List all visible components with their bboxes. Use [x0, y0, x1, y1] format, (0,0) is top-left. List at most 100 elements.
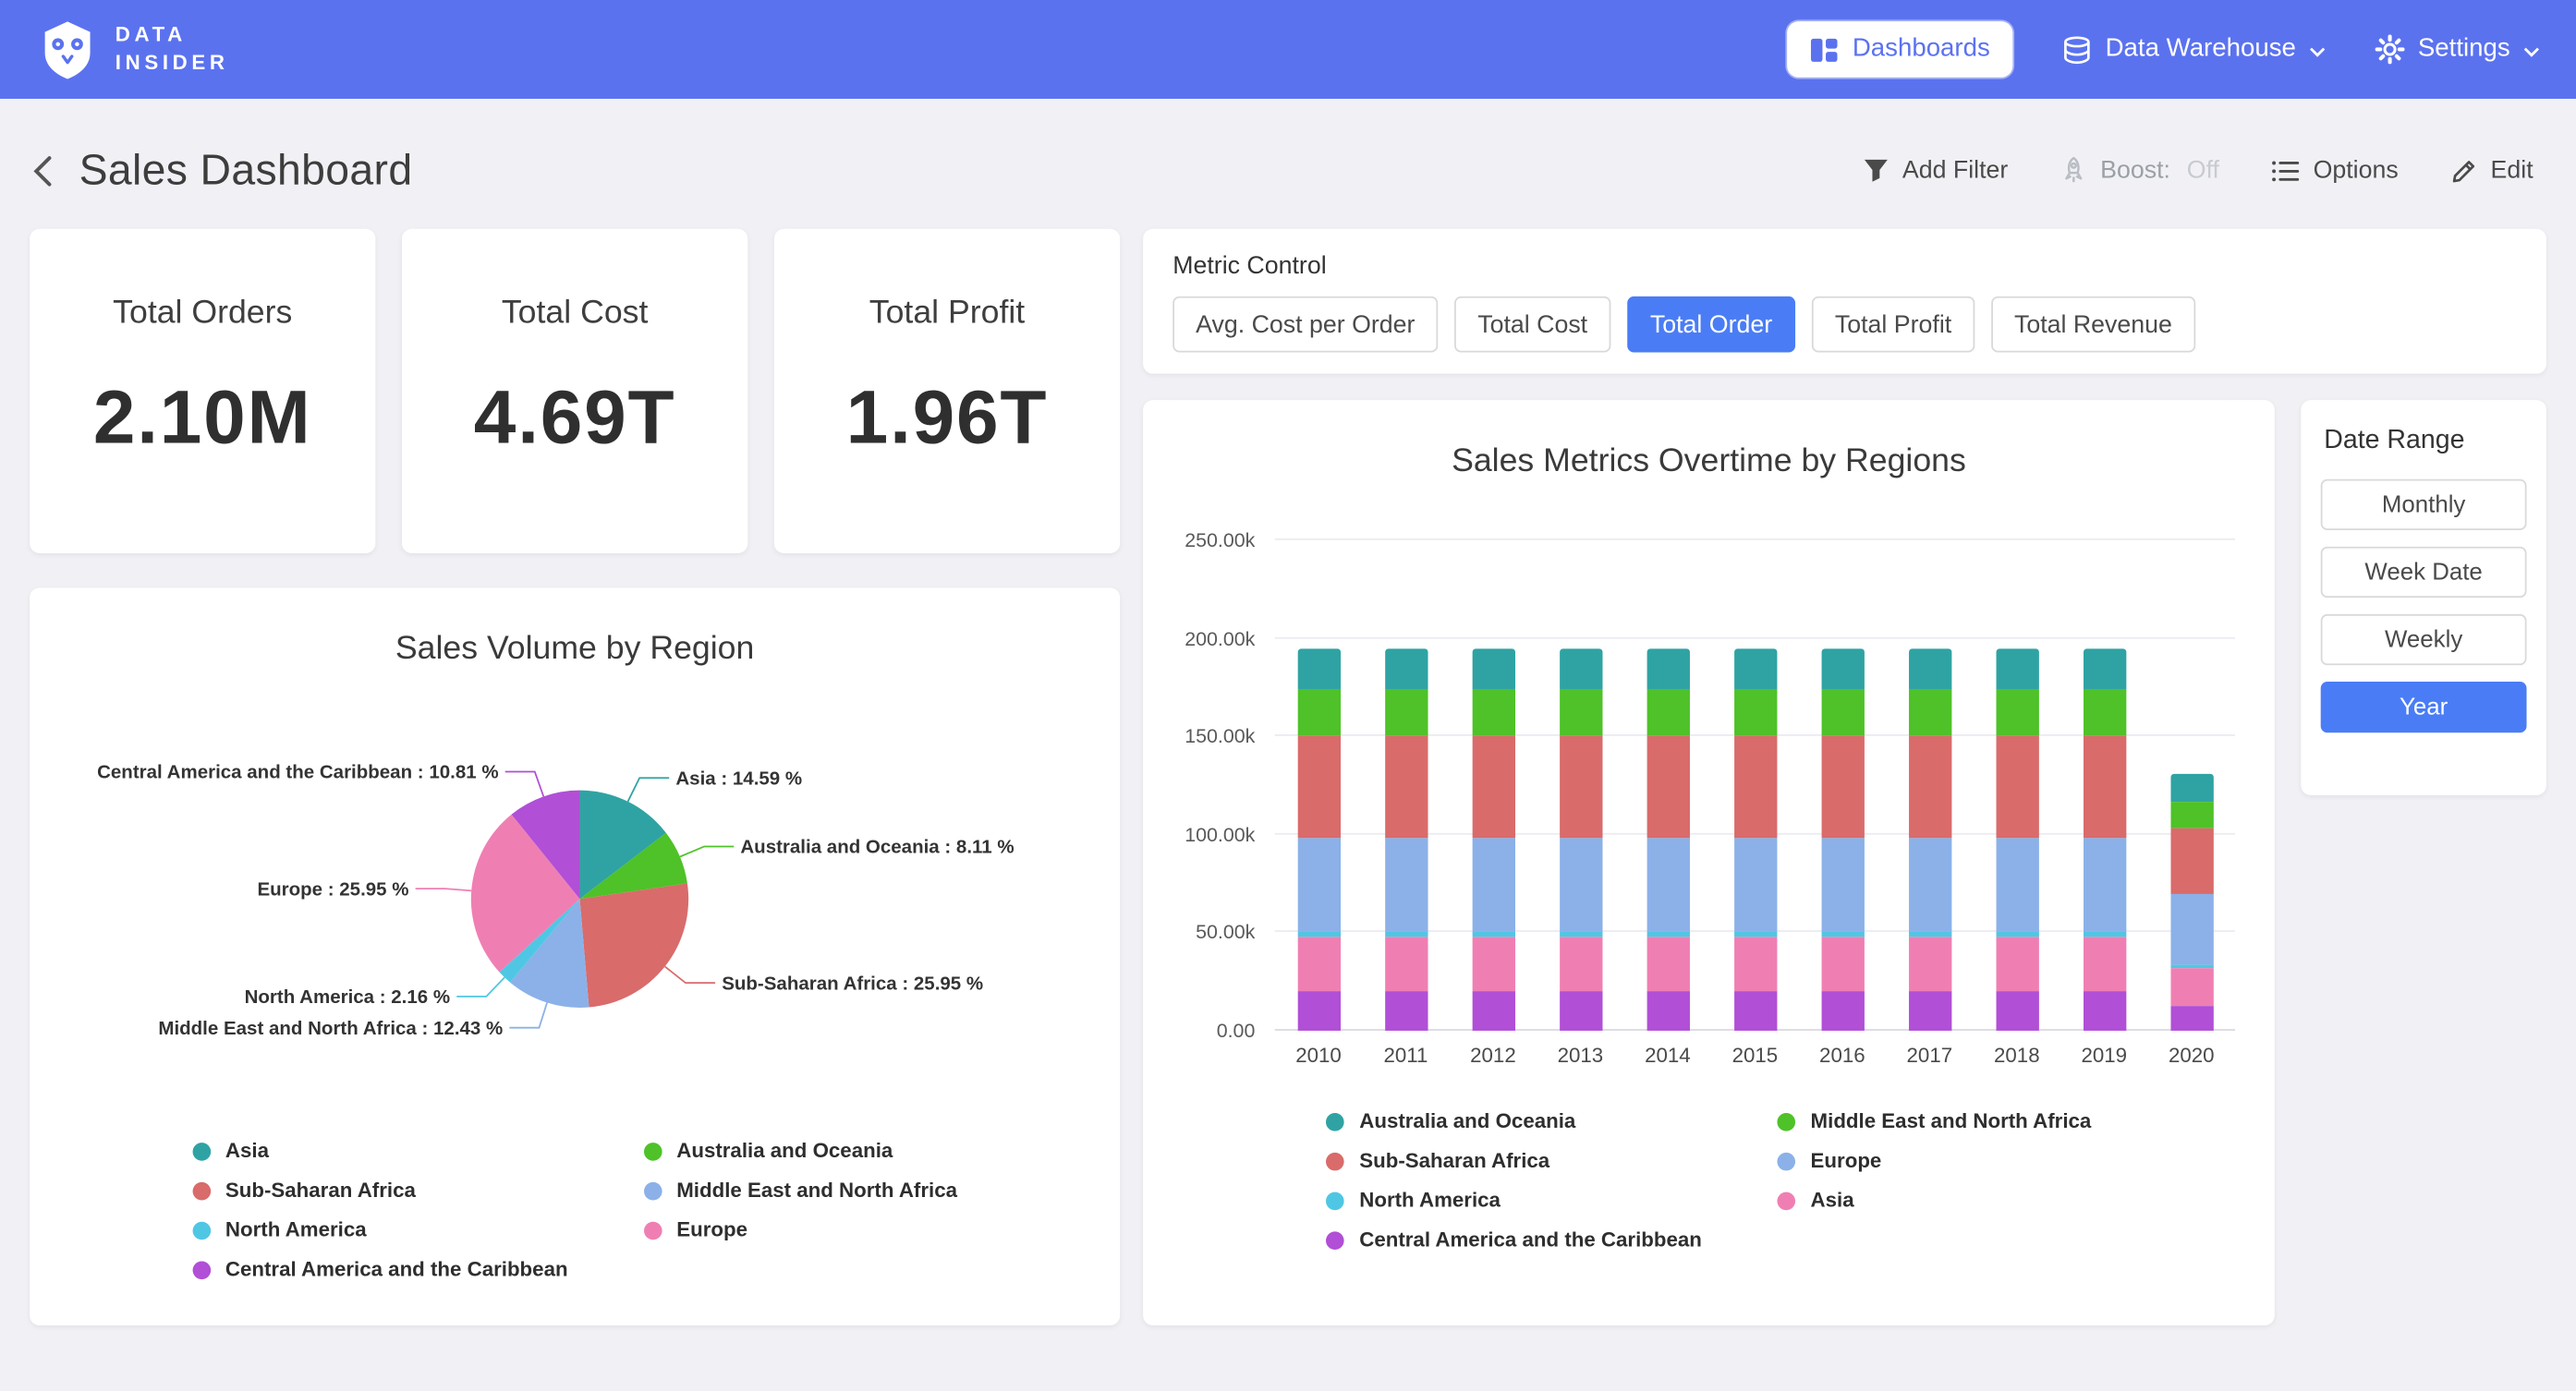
page-title: Sales Dashboard [79, 145, 413, 196]
pie-slice-sub-saharan-africa[interactable] [579, 883, 688, 1007]
bar-2014[interactable] [1646, 540, 1689, 1031]
bar-slot-2011 [1362, 540, 1449, 1031]
legend-dot [192, 1181, 211, 1200]
legend-item-asia[interactable]: Asia [1778, 1189, 2091, 1212]
legend-label: Australia and Oceania [676, 1140, 893, 1163]
bar-2018[interactable] [1996, 540, 2038, 1031]
bar-segment-asia [1297, 937, 1340, 991]
back-button[interactable] [33, 154, 53, 187]
pie-chart[interactable]: Asia : 14.59 %Australia and Oceania : 8.… [30, 678, 1120, 1126]
legend-item-north-america[interactable]: North America [1327, 1189, 1702, 1212]
legend-item-middle-east-and-north-africa[interactable]: Middle East and North Africa [1778, 1109, 2091, 1132]
bar-segment-asia [1908, 937, 1950, 991]
metric-button-total-cost[interactable]: Total Cost [1454, 296, 1610, 353]
bar-segment-australia-and-oceania [1821, 648, 1864, 690]
bar-chart-x-axis: 2010201120122013201420152016201720182019… [1275, 1044, 2235, 1067]
nav-data-warehouse[interactable]: Data Warehouse [2062, 34, 2326, 64]
x-tick-label: 2013 [1537, 1044, 1623, 1067]
chevron-down-icon [2309, 45, 2326, 56]
legend-item-australia-and-oceania[interactable]: Australia and Oceania [644, 1140, 957, 1163]
owl-logo-icon [36, 18, 99, 81]
x-tick-label: 2019 [2060, 1044, 2147, 1067]
kpi-row: Total Orders 2.10M Total Cost 4.69T Tota… [30, 229, 1120, 553]
x-tick-label: 2010 [1275, 1044, 1362, 1067]
bar-2012[interactable] [1472, 540, 1514, 1031]
bar-segment-europe [1384, 839, 1427, 933]
metric-button-total-revenue[interactable]: Total Revenue [1991, 296, 2195, 353]
legend-item-europe[interactable]: Europe [644, 1218, 957, 1241]
bar-segment-sub-saharan-africa [1297, 736, 1340, 838]
kpi-value: 1.96T [774, 372, 1120, 461]
legend-item-central-america-and-the-caribbean[interactable]: Central America and the Caribbean [1327, 1228, 1702, 1252]
x-tick-label: 2011 [1362, 1044, 1449, 1067]
bar-legend: Australia and Oceania Middle East and Nor… [1183, 1109, 2235, 1251]
boost-toggle[interactable]: Boost: Off [2060, 156, 2219, 184]
legend-item-north-america[interactable]: North America [192, 1218, 567, 1241]
bar-2020[interactable] [2170, 540, 2213, 1031]
kpi-label: Total Orders [30, 295, 375, 333]
bar-2019[interactable] [2083, 540, 2125, 1031]
x-tick-label: 2014 [1624, 1044, 1711, 1067]
bar-segment-sub-saharan-africa [1559, 736, 1601, 838]
bar-segment-europe [2170, 894, 2213, 964]
bar-2015[interactable] [1733, 540, 1776, 1031]
legend-dot [1327, 1231, 1345, 1250]
legend-item-europe[interactable]: Europe [1778, 1149, 2091, 1172]
legend-item-australia-and-oceania[interactable]: Australia and Oceania [1327, 1109, 1702, 1132]
date-range-button-year[interactable]: Year [2321, 682, 2527, 732]
edit-button[interactable]: Edit [2451, 156, 2533, 184]
bar-2011[interactable] [1384, 540, 1427, 1031]
legend-item-central-america-and-the-caribbean[interactable]: Central America and the Caribbean [192, 1258, 567, 1281]
pie-label-line [505, 771, 544, 796]
brand[interactable]: DATA INSIDER [36, 18, 228, 81]
bar-segment-middle-east-and-north-africa [1821, 689, 1864, 736]
nav-settings-label: Settings [2418, 34, 2510, 64]
bar-2016[interactable] [1821, 540, 1864, 1031]
bar-slot-2010 [1275, 540, 1362, 1031]
legend-label: North America [225, 1218, 367, 1241]
bar-segment-central-america-and-the-caribbean [1996, 991, 2038, 1030]
options-label: Options [2314, 156, 2399, 184]
legend-item-sub-saharan-africa[interactable]: Sub-Saharan Africa [192, 1179, 567, 1202]
legend-label: Asia [225, 1140, 269, 1163]
metric-button-total-order[interactable]: Total Order [1627, 296, 1795, 353]
legend-item-middle-east-and-north-africa[interactable]: Middle East and North Africa [644, 1179, 957, 1202]
legend-item-sub-saharan-africa[interactable]: Sub-Saharan Africa [1327, 1149, 1702, 1172]
date-range-button-week-date[interactable]: Week Date [2321, 547, 2527, 598]
metric-button-total-profit[interactable]: Total Profit [1812, 296, 1975, 353]
bar-2010[interactable] [1297, 540, 1340, 1031]
boost-value: Off [2187, 156, 2219, 184]
nav-dashboards-label: Dashboards [1853, 34, 1990, 64]
legend-dot [1778, 1112, 1796, 1131]
bar-segment-asia [1821, 937, 1864, 991]
nav-dashboards[interactable]: Dashboards [1787, 21, 2013, 78]
bar-segment-central-america-and-the-caribbean [2170, 1005, 2213, 1031]
nav-settings[interactable]: Settings [2375, 34, 2539, 64]
legend-item-asia[interactable]: Asia [192, 1140, 567, 1163]
metric-button-avg-cost-per-order[interactable]: Avg. Cost per Order [1173, 296, 1438, 353]
legend-label: Europe [1811, 1149, 1882, 1172]
x-tick-label: 2012 [1450, 1044, 1537, 1067]
y-tick-label: 200.00k [1185, 626, 1255, 649]
bar-chart[interactable] [1275, 540, 2235, 1031]
y-tick-label: 150.00k [1185, 725, 1255, 748]
bar-chart-title: Sales Metrics Overtime by Regions [1183, 443, 2235, 481]
date-range-button-monthly[interactable]: Monthly [2321, 479, 2527, 530]
bar-slot-2020 [2148, 540, 2235, 1031]
bar-segment-central-america-and-the-caribbean [1472, 991, 1514, 1030]
bars-layer [1275, 540, 2235, 1031]
bar-segment-australia-and-oceania [1908, 648, 1950, 690]
bar-segment-central-america-and-the-caribbean [1297, 991, 1340, 1030]
boost-label: Boost: [2100, 156, 2170, 184]
options-button[interactable]: Options [2272, 156, 2399, 184]
bar-chart-y-axis: 0.0050.00k100.00k150.00k200.00k250.00k [1183, 540, 1275, 1031]
add-filter-button[interactable]: Add Filter [1863, 156, 2008, 184]
bar-segment-sub-saharan-africa [1996, 736, 2038, 838]
bar-segment-sub-saharan-africa [1646, 736, 1689, 838]
bar-segment-sub-saharan-africa [1821, 736, 1864, 838]
date-range-button-weekly[interactable]: Weekly [2321, 614, 2527, 665]
bar-segment-middle-east-and-north-africa [1297, 689, 1340, 736]
bar-2013[interactable] [1559, 540, 1601, 1031]
bar-2017[interactable] [1908, 540, 1950, 1031]
pie-label-north-america: North America : 2.16 % [245, 986, 451, 1008]
